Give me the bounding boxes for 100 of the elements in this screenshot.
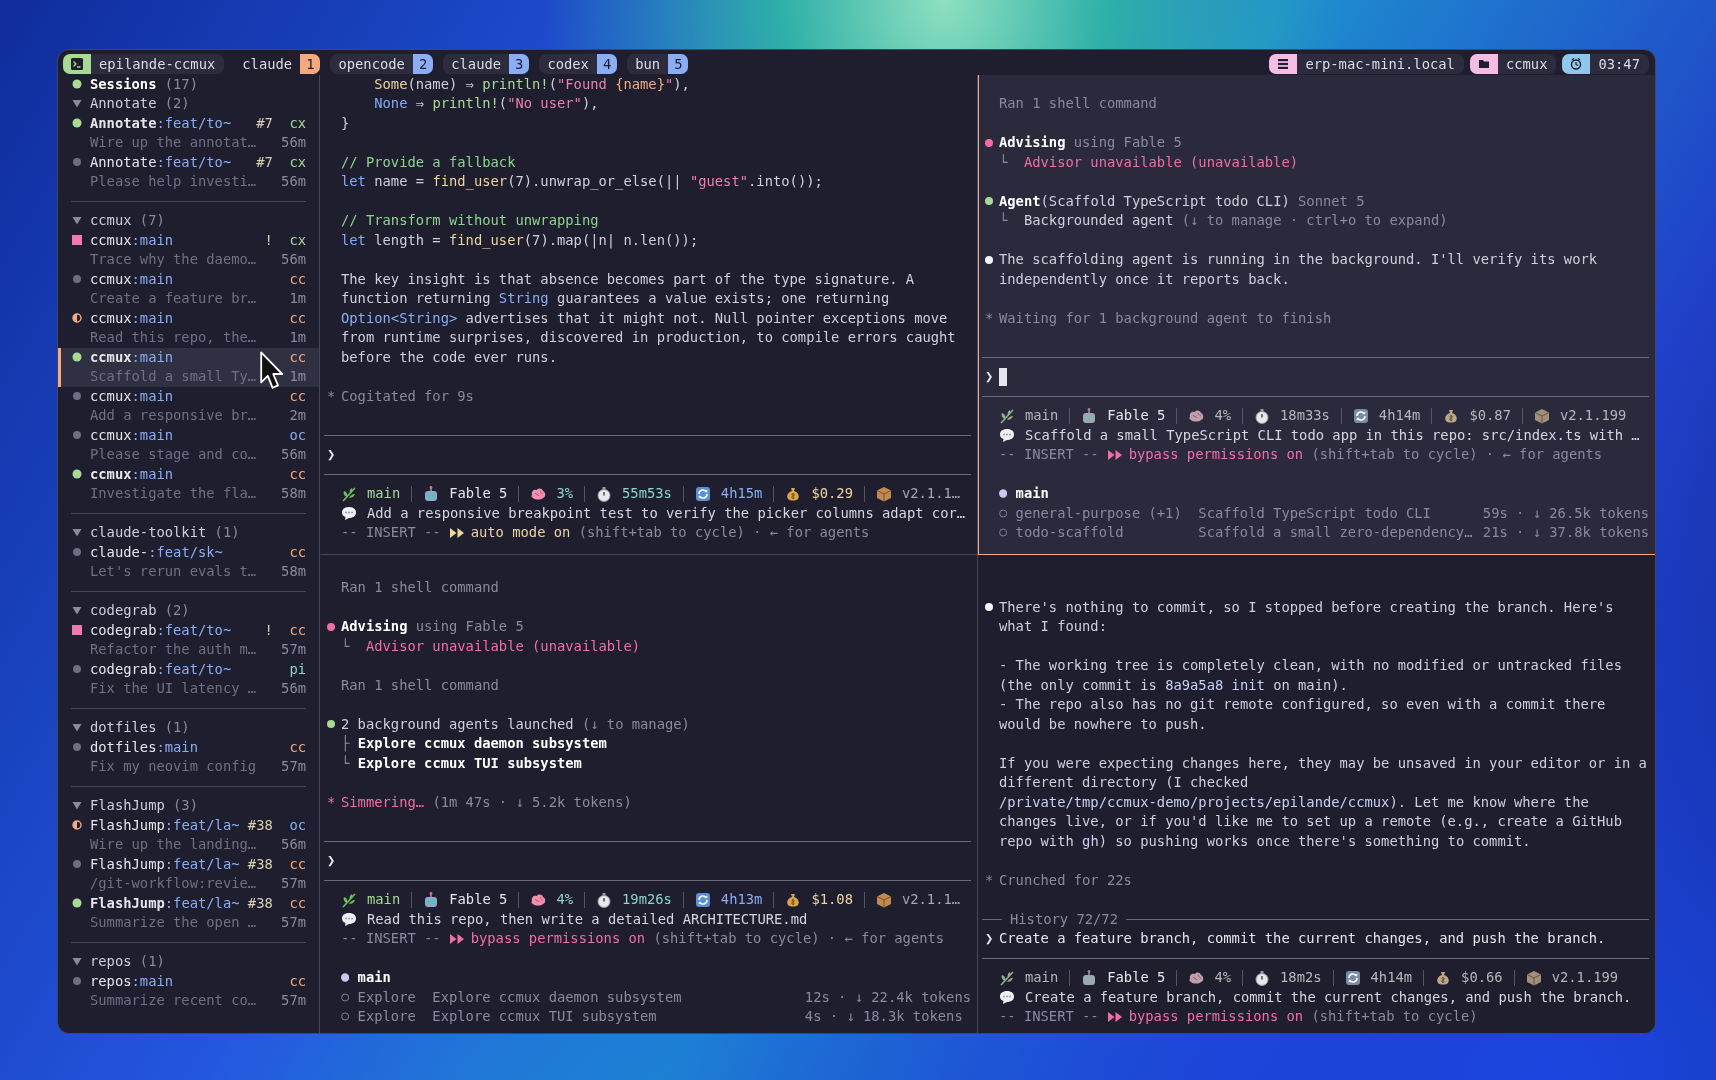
agent-tag: cx	[289, 152, 306, 172]
session-item[interactable]: ccmux:main oc Please stage and co… 56m	[58, 425, 319, 465]
activity-marker: *	[327, 386, 336, 406]
activity-marker: *	[985, 870, 994, 890]
group-title: FlashJump (3)	[90, 796, 198, 815]
money-bag-icon	[1443, 407, 1460, 424]
robot-icon	[1081, 969, 1098, 986]
session-name: FlashJump:feat/la~	[90, 893, 240, 913]
host-name: erp-mac-mini.local	[1304, 55, 1456, 74]
window-tab[interactable]: opencode 2	[330, 54, 434, 74]
session-summary: Let's rerun evals t…	[90, 562, 257, 581]
task-summary: Read this repo, then write a detailed ARCHITECTURE.md	[367, 909, 808, 929]
session-item[interactable]: ccmux:main ! cx Trace why the daemo… 56m	[58, 230, 319, 270]
session-item[interactable]: repos:main cc Summarize recent co… 57m	[58, 971, 319, 1011]
bullet-icon	[341, 973, 350, 983]
session-age: 2m	[289, 406, 306, 425]
group-header[interactable]: Annotate (2)	[58, 94, 319, 114]
session-summary: Trace why the daemo…	[90, 250, 257, 269]
session-summary: Read this repo, the…	[90, 328, 257, 347]
window-tab[interactable]: codex 4	[539, 54, 618, 74]
agent-name: todo-scaffold	[1015, 523, 1125, 542]
refresh-icon	[694, 891, 711, 908]
session-item[interactable]: codegrab:feat/to~ ! cc Refactor the auth m… 57m	[58, 620, 319, 660]
session-age: 56m	[281, 835, 306, 854]
group-header[interactable]: claude-toolkit (1)	[58, 523, 319, 543]
session-duration: 4h14m	[1378, 406, 1421, 425]
group-header[interactable]: FlashJump (3)	[58, 796, 319, 816]
window-tab[interactable]: claude 1	[234, 54, 321, 74]
session-age: 1m	[289, 289, 306, 308]
money-bag-icon	[785, 485, 802, 502]
session-age: 56m	[281, 172, 306, 191]
group-title: repos (1)	[90, 952, 165, 971]
session-item[interactable]: ccmux:main cc Scaffold a small Ty… 1m	[58, 347, 319, 387]
agent-tag: cc	[289, 854, 306, 874]
session-summary: Please stage and co…	[90, 445, 257, 464]
flag-label: #38	[247, 854, 273, 874]
group-header[interactable]: dotfiles (1)	[58, 718, 319, 738]
editor-mode: -- INSERT --	[341, 929, 441, 948]
context-usage: 3%	[556, 484, 573, 503]
leaf-icon	[341, 485, 357, 502]
activity-marker: *	[327, 792, 336, 812]
task-summary: Create a feature branch, commit the current changes, and push the branch.	[1025, 987, 1632, 1007]
circle-icon	[999, 508, 1008, 518]
agent-group-title: main	[357, 968, 392, 987]
window-tab[interactable]: claude 3	[443, 54, 530, 74]
prompt-input[interactable]: ❯	[982, 367, 1649, 387]
clock-time: 03:47	[1597, 55, 1641, 74]
group-header[interactable]: codegrab (2)	[58, 601, 319, 621]
session-item[interactable]: FlashJump:feat/la~ #38 cc Summarize the open … 57m	[58, 893, 319, 933]
session-item[interactable]: ccmux:main cc Create a feature br… 1m	[58, 269, 319, 309]
package-icon	[1525, 969, 1542, 986]
session-item[interactable]: dotfiles:main cc Fix my neovim config 57m	[58, 737, 319, 777]
folder-name: ccmux	[1504, 55, 1549, 74]
agent-tag: cc	[289, 386, 306, 406]
version-label: v2.1.1…	[901, 890, 961, 909]
model-name: Fable 5	[449, 484, 508, 503]
session-summary: Add a responsive br…	[90, 406, 257, 425]
circle-icon	[999, 528, 1008, 538]
prompt-input[interactable]: ❯	[324, 445, 971, 465]
permission-mode: auto mode on	[470, 523, 571, 542]
model-name: Fable 5	[1107, 968, 1166, 987]
group-header[interactable]: ccmux (7)	[58, 211, 319, 231]
session-item[interactable]: FlashJump:feat/la~ #38 cc /git-workflow:revie… 57m	[58, 854, 319, 894]
session-name: claude-:feat/sk~	[90, 542, 223, 562]
agent-stats: 21s · ↓ 37.8k tokens	[1482, 523, 1649, 542]
session-item[interactable]: codegrab:feat/to~ pi Fix the UI latency … 56m	[58, 659, 319, 699]
session-item[interactable]: Annotate:feat/to~ #7 cx Wire up the annotat… 56m	[58, 113, 319, 153]
session-summary: Summarize the open …	[90, 913, 257, 932]
session-name: Annotate:feat/to~	[90, 113, 232, 133]
mode-hint: (shift+tab to cycle)	[578, 523, 745, 542]
session-summary: Please help investi…	[90, 172, 257, 191]
session-summary: /git-workflow:revie…	[90, 874, 257, 893]
model-name: Fable 5	[449, 890, 508, 909]
agent-tag: cc	[289, 308, 306, 328]
window-tab[interactable]: bun 5	[627, 54, 689, 74]
group-header[interactable]: repos (1)	[58, 952, 319, 972]
flag-label: #38	[247, 893, 273, 913]
message-text: Ran 1 shell command	[341, 675, 499, 695]
session-item[interactable]: claude-:feat/sk~ cc Let's rerun evals t… 58m	[58, 542, 319, 582]
bullet-icon	[72, 79, 82, 90]
prompt-input[interactable]: ❯ Create a feature branch, commit the current changes, and push the branch.	[982, 929, 1649, 949]
session-name: codegrab:feat/to~	[90, 620, 232, 640]
fast-forward-icon	[448, 526, 465, 539]
group-title: codegrab (2)	[90, 601, 190, 620]
fast-forward-icon	[1106, 1010, 1123, 1023]
activity-text: Crunched for 22s	[999, 870, 1132, 890]
message-text: The scaffolding agent is running in the background. I'll verify its work independently once it reports back.	[999, 250, 1598, 289]
session-age: 58m	[281, 484, 306, 503]
branch-name: main	[367, 484, 401, 503]
prompt-input[interactable]: ❯	[324, 851, 971, 871]
session-item[interactable]: ccmux:main cc Read this repo, the… 1m	[58, 308, 319, 348]
speech-bubble-icon	[341, 911, 357, 928]
package-icon	[1533, 407, 1550, 424]
session-item[interactable]: Annotate:feat/to~ #7 cx Please help investi… 56m	[58, 152, 319, 192]
refresh-icon	[1352, 407, 1369, 424]
session-item[interactable]: ccmux:main cc Investigate the fla… 58m	[58, 464, 319, 504]
agent-tag: cc	[289, 464, 306, 484]
session-item[interactable]: ccmux:main cc Add a responsive br… 2m	[58, 386, 319, 426]
session-summary: Investigate the fla…	[90, 484, 257, 503]
session-item[interactable]: FlashJump:feat/la~ #38 oc Wire up the landing… 56m	[58, 815, 319, 855]
